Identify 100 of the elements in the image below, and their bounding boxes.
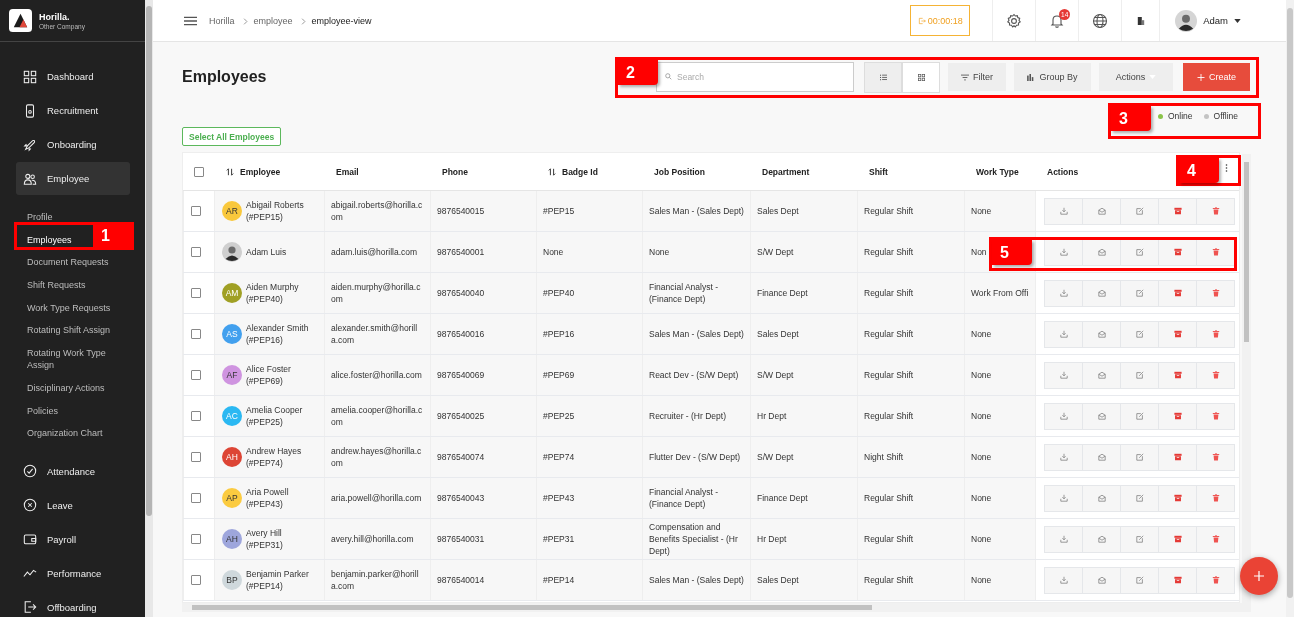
checkbox[interactable] — [193, 166, 204, 177]
sidebar-subitem[interactable]: Shift Requests — [27, 279, 86, 292]
edit-button[interactable] — [1120, 197, 1159, 225]
edit-button[interactable] — [1120, 484, 1159, 512]
breadcrumb[interactable]: employee-view — [311, 15, 372, 26]
sidebar-subitem[interactable]: Employees — [27, 233, 72, 246]
notification-icon[interactable] — [1049, 12, 1066, 29]
sidebar-subitem[interactable]: Disciplinary Actions — [27, 381, 105, 394]
archive-button[interactable] — [1158, 566, 1197, 594]
trash-icon — [1211, 248, 1220, 256]
archive-button[interactable] — [1158, 525, 1197, 553]
edit-button[interactable] — [1120, 566, 1159, 594]
edit-button[interactable] — [1120, 525, 1159, 553]
delete-button[interactable] — [1196, 402, 1235, 430]
checkbox[interactable] — [191, 206, 201, 216]
checkbox[interactable] — [191, 288, 201, 298]
sidebar-subitem[interactable]: Document Requests — [27, 256, 109, 269]
sidebar-subitem[interactable]: Profile — [27, 211, 53, 223]
checkbox[interactable] — [191, 452, 201, 462]
edit-button[interactable] — [1120, 279, 1159, 307]
checkbox[interactable] — [191, 534, 201, 544]
sidebar-subitem[interactable]: Rotating Work Type Assign — [27, 347, 127, 372]
settings-icon[interactable] — [1006, 12, 1023, 29]
checkbox[interactable] — [191, 247, 201, 257]
sidebar-item[interactable]: Offboarding — [16, 590, 130, 617]
archive-icon — [1173, 535, 1182, 543]
delete-button[interactable] — [1196, 279, 1235, 307]
breadcrumb[interactable]: Horilla — [209, 15, 235, 26]
edit-button[interactable] — [1120, 320, 1159, 348]
email-button[interactable] — [1082, 525, 1121, 553]
email-button[interactable] — [1082, 320, 1121, 348]
email-button[interactable] — [1082, 402, 1121, 430]
archive-button[interactable] — [1158, 361, 1197, 389]
email-button[interactable] — [1082, 197, 1121, 225]
list-view-button[interactable] — [864, 61, 902, 93]
checkbox[interactable] — [191, 575, 201, 585]
scrollbar[interactable] — [182, 603, 1251, 612]
filter-button[interactable]: Filter — [948, 63, 1006, 91]
badge-cell: #PEP69 — [543, 369, 575, 381]
sort-icon[interactable] — [548, 167, 556, 176]
scrollbar[interactable] — [1242, 154, 1251, 603]
grid-view-button[interactable] — [902, 61, 940, 93]
scrollbar[interactable] — [145, 0, 153, 617]
job-position-cell: Sales Man - (Sales Dept) — [649, 574, 744, 586]
sidebar-item[interactable]: Leave — [16, 488, 130, 522]
add-button[interactable] — [1240, 557, 1278, 595]
email-button[interactable] — [1082, 443, 1121, 471]
group-by-button[interactable]: Group By — [1014, 63, 1091, 91]
delete-button[interactable] — [1196, 484, 1235, 512]
shift-cell: Regular Shift — [864, 246, 914, 258]
building-icon[interactable] — [1136, 15, 1145, 26]
archive-button[interactable] — [1158, 197, 1197, 225]
email-button[interactable] — [1082, 484, 1121, 512]
sidebar-item[interactable]: Employee — [16, 162, 130, 195]
sidebar-subitem[interactable]: Rotating Shift Assign — [27, 324, 111, 337]
delete-button[interactable] — [1196, 361, 1235, 389]
avatar-icon[interactable] — [1175, 9, 1198, 32]
email-button[interactable] — [1082, 566, 1121, 594]
create-button[interactable]: Create — [1183, 63, 1250, 91]
dashboard-icon — [23, 69, 37, 84]
actions-button[interactable]: Actions — [1099, 63, 1173, 91]
checkbox[interactable] — [191, 370, 201, 380]
sidebar-item[interactable]: Recruitment — [16, 94, 130, 127]
archive-button[interactable] — [1158, 402, 1197, 430]
checkbox[interactable] — [191, 493, 201, 503]
delete-button[interactable] — [1196, 525, 1235, 553]
email-button[interactable] — [1082, 279, 1121, 307]
globe-icon[interactable] — [1092, 12, 1109, 29]
user-name[interactable]: Adam — [1203, 15, 1228, 26]
sidebar-item[interactable]: Performance — [16, 556, 130, 590]
badge-cell: #PEP15 — [543, 205, 575, 217]
delete-button[interactable] — [1196, 566, 1235, 594]
sidebar-item[interactable]: Payroll — [16, 522, 130, 556]
edit-button[interactable] — [1120, 361, 1159, 389]
edit-button[interactable] — [1120, 443, 1159, 471]
scrollbar[interactable] — [1286, 0, 1294, 617]
delete-button[interactable] — [1196, 197, 1235, 225]
email-button[interactable] — [1082, 361, 1121, 389]
breadcrumb[interactable]: employee — [253, 15, 293, 26]
archive-button[interactable] — [1158, 484, 1197, 512]
sidebar-item[interactable]: Attendance — [16, 454, 130, 488]
checkbox[interactable] — [191, 329, 201, 339]
caret-icon[interactable] — [1234, 18, 1241, 23]
checkbox[interactable] — [191, 411, 201, 421]
search-field[interactable]: Search — [656, 62, 854, 92]
delete-button[interactable] — [1196, 320, 1235, 348]
archive-button[interactable] — [1158, 279, 1197, 307]
archive-button[interactable] — [1158, 443, 1197, 471]
column-header: Job Position — [654, 166, 705, 177]
sidebar-subitem[interactable]: Policies — [27, 404, 58, 417]
sidebar-item[interactable]: Dashboard — [16, 60, 130, 93]
edit-button[interactable] — [1120, 402, 1159, 430]
envelope-icon — [1097, 330, 1106, 338]
sidebar-item[interactable]: Onboarding — [16, 128, 130, 161]
sidebar-subitem[interactable]: Organization Chart — [27, 427, 103, 440]
archive-button[interactable] — [1158, 320, 1197, 348]
delete-button[interactable] — [1196, 443, 1235, 471]
sort-icon[interactable] — [226, 167, 234, 176]
menu-icon[interactable] — [184, 15, 197, 26]
sidebar-subitem[interactable]: Work Type Requests — [27, 301, 111, 314]
